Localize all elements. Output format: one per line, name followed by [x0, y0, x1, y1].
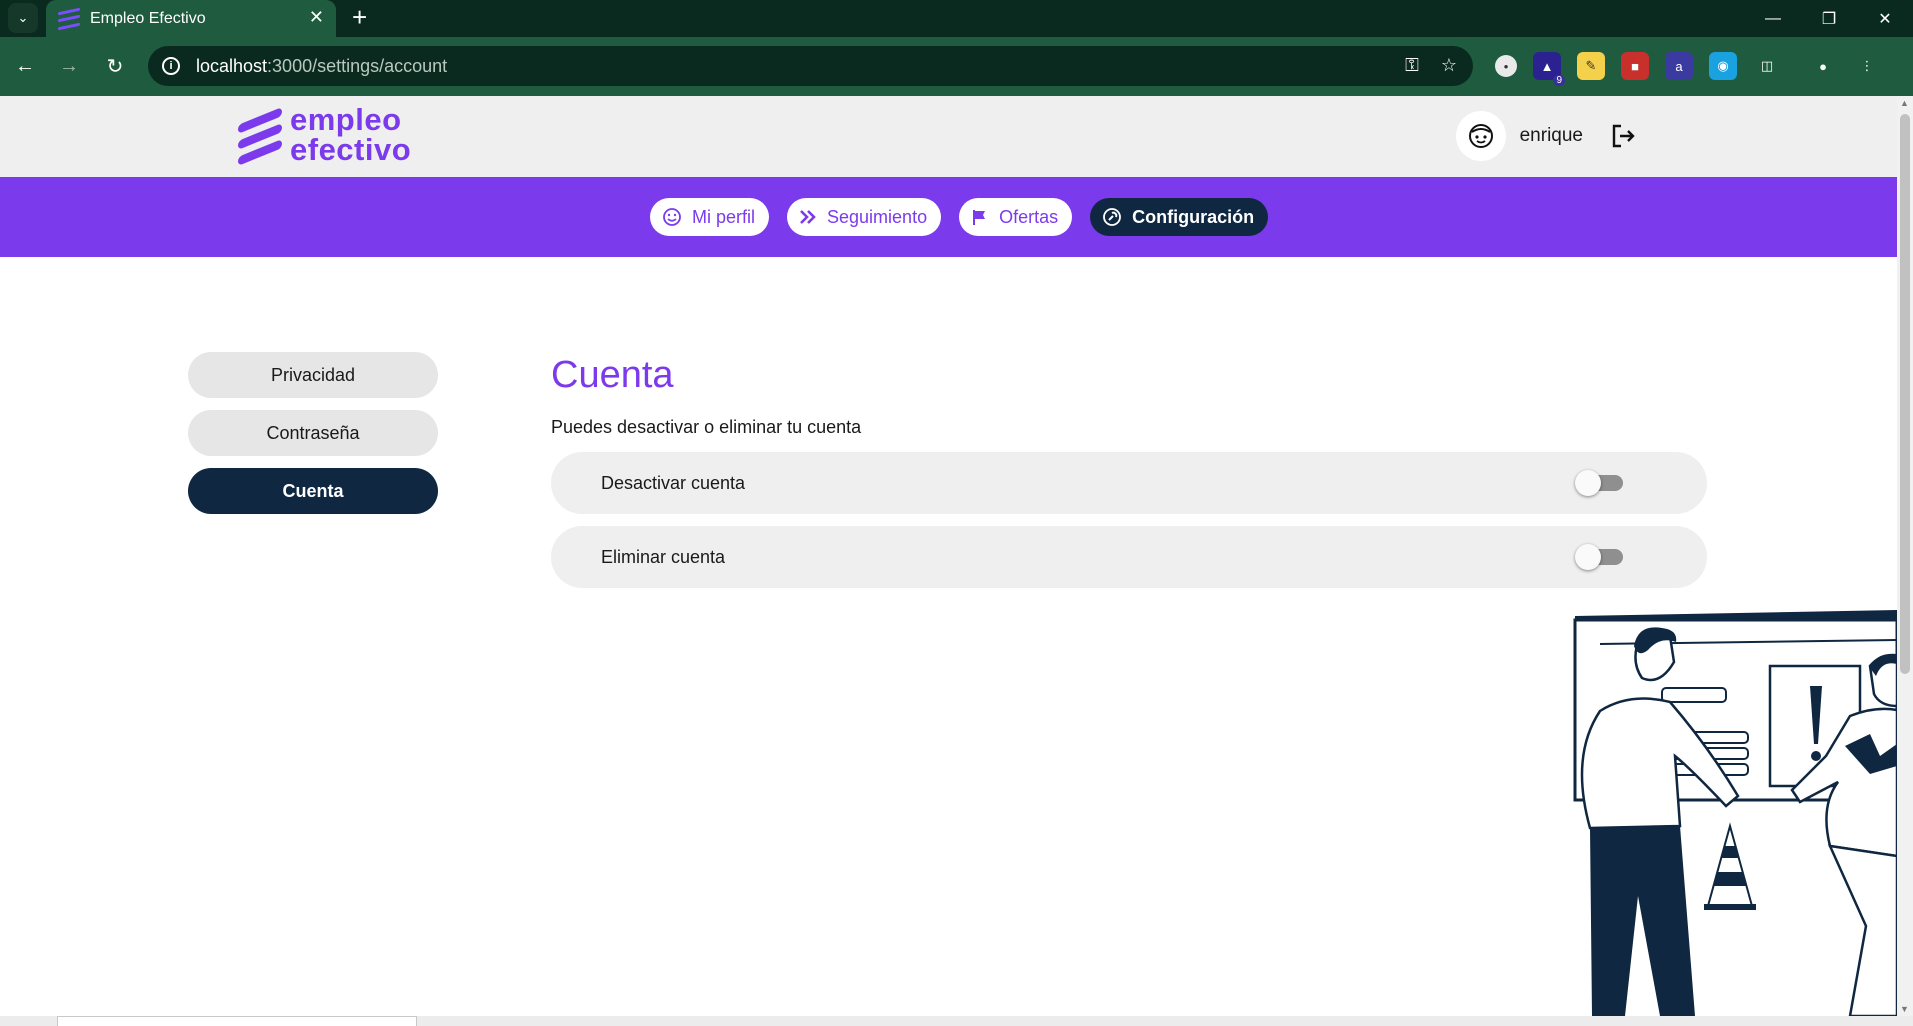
avatar[interactable]	[1455, 111, 1506, 161]
smile-icon	[663, 208, 681, 226]
profile-icon[interactable]: ●	[1809, 52, 1837, 80]
download-item-fragment[interactable]	[57, 1016, 417, 1026]
extension-circle-icon[interactable]: •	[1495, 55, 1517, 77]
extensions-row: • ▲ 9 ✎ ■ a ◉ ◫ ● ⋮	[1495, 52, 1881, 86]
nav-label: Ofertas	[999, 206, 1059, 227]
deactivate-account-label: Desactivar cuenta	[601, 472, 746, 493]
nav-label: Mi perfil	[692, 206, 756, 227]
people-board-illustration	[1573, 610, 1897, 1016]
new-tab-icon[interactable]: +	[352, 2, 367, 32]
settings-sidebar: Privacidad Contraseña Cuenta	[188, 352, 438, 526]
close-tab-icon[interactable]: ✕	[309, 7, 324, 28]
favicon-icon	[58, 7, 80, 30]
nav-mi-perfil[interactable]: Mi perfil	[650, 198, 770, 236]
browser-tab-bar: ⌄ Empleo Efectivo ✕ + — ❐ ✕	[0, 0, 1913, 37]
main-navbar: Mi perfil Seguimiento Ofertas Configurac…	[0, 177, 1897, 257]
extension-note-icon[interactable]: ✎	[1577, 52, 1605, 80]
deactivate-account-toggle[interactable]	[1575, 470, 1623, 496]
window-controls: — ❐ ✕	[1745, 0, 1913, 37]
nav-label: Configuración	[1132, 206, 1255, 227]
nav-label: Seguimiento	[827, 206, 928, 227]
site-logo[interactable]: empleo efectivo	[236, 104, 411, 166]
bookmark-star-icon[interactable]: ☆	[1441, 55, 1457, 76]
sidebar-item-contrasena[interactable]: Contraseña	[188, 410, 438, 456]
logo-mark-icon	[236, 104, 284, 166]
scroll-down-icon[interactable]: ▼	[1900, 1004, 1909, 1014]
nav-seguimiento[interactable]: Seguimiento	[787, 198, 942, 236]
vertical-scrollbar[interactable]: ▲ ▼	[1897, 96, 1913, 1016]
reload-icon[interactable]: ↻	[100, 51, 130, 81]
downloads-strip	[0, 1016, 1913, 1026]
user-area: enrique	[1455, 111, 1637, 161]
browser-toolbar: ← → ↻ i localhost:3000/settings/account …	[0, 37, 1913, 96]
url-host: localhost	[196, 55, 268, 76]
settings-wrench-icon	[1103, 208, 1122, 226]
forward-icon[interactable]: →	[54, 51, 84, 81]
logout-icon[interactable]	[1609, 122, 1637, 150]
extensions-puzzle-icon[interactable]: ◫	[1753, 52, 1781, 80]
account-panel: Cuenta Puedes desactivar o eliminar tu c…	[551, 354, 1707, 600]
delete-account-row: Eliminar cuenta	[551, 526, 1707, 588]
tab-title: Empleo Efectivo	[90, 9, 206, 27]
extension-camera-icon[interactable]: ◉	[1709, 52, 1737, 80]
delete-account-label: Eliminar cuenta	[601, 546, 726, 567]
delete-account-toggle[interactable]	[1575, 544, 1623, 570]
scroll-up-icon[interactable]: ▲	[1900, 98, 1909, 108]
page-title: Cuenta	[551, 354, 674, 396]
double-chevron-icon	[800, 210, 816, 224]
page-viewport: empleo efectivo enrique Mi perfil Seguim…	[0, 96, 1897, 1016]
restore-icon[interactable]: ❐	[1801, 0, 1857, 37]
flag-icon	[973, 210, 986, 225]
sidebar-item-privacidad[interactable]: Privacidad	[188, 352, 438, 398]
tab-search-icon[interactable]: ⌄	[8, 3, 38, 33]
site-info-icon[interactable]: i	[162, 57, 180, 75]
nav-configuracion[interactable]: Configuración	[1090, 198, 1269, 236]
password-key-icon[interactable]: ⚿	[1405, 55, 1419, 76]
minimize-icon[interactable]: —	[1745, 0, 1801, 37]
logo-text-line2: efectivo	[290, 132, 412, 167]
nav-ofertas[interactable]: Ofertas	[959, 198, 1073, 236]
scrollbar-thumb[interactable]	[1900, 114, 1910, 674]
back-icon[interactable]: ←	[10, 51, 40, 81]
browser-tab[interactable]: Empleo Efectivo ✕	[46, 0, 336, 37]
logo-text-line1: empleo	[290, 102, 402, 137]
user-face-icon	[1468, 124, 1493, 148]
extension-a-icon[interactable]: a	[1665, 52, 1693, 80]
site-header: empleo efectivo enrique	[0, 96, 1897, 177]
browser-menu-icon[interactable]: ⋮	[1853, 52, 1881, 80]
extension-badge: 9	[1553, 75, 1565, 86]
address-bar[interactable]: i localhost:3000/settings/account ⚿ ☆	[148, 46, 1473, 86]
url-path: :3000/settings/account	[267, 55, 448, 76]
sidebar-item-cuenta[interactable]: Cuenta	[188, 468, 438, 514]
extension-hat-icon[interactable]: ▲ 9	[1533, 52, 1565, 86]
deactivate-account-row: Desactivar cuenta	[551, 452, 1707, 514]
page-description: Puedes desactivar o eliminar tu cuenta	[551, 417, 862, 437]
username: enrique	[1519, 125, 1583, 146]
close-window-icon[interactable]: ✕	[1857, 0, 1913, 37]
extension-red-icon[interactable]: ■	[1621, 52, 1649, 80]
